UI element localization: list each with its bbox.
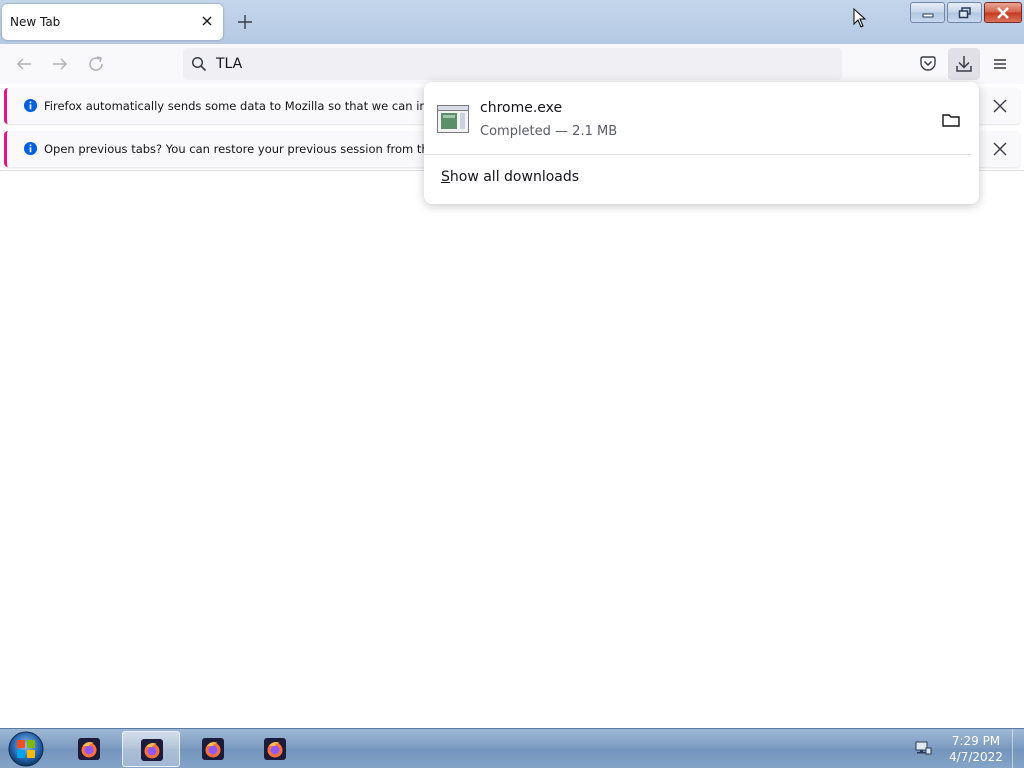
search-icon xyxy=(191,56,207,72)
window-restore-button[interactable] xyxy=(947,2,982,23)
exe-file-icon xyxy=(437,105,469,133)
tab-close-icon[interactable] xyxy=(199,13,215,29)
info-icon xyxy=(23,141,38,156)
close-icon[interactable] xyxy=(990,96,1010,116)
show-desktop-button[interactable] xyxy=(1012,729,1024,768)
firefox-icon xyxy=(202,738,224,760)
firefox-icon xyxy=(264,738,286,760)
download-status: Completed — 2.1 MB xyxy=(480,124,618,139)
pocket-icon[interactable] xyxy=(916,52,940,76)
firefox-icon xyxy=(141,739,163,761)
window-minimize-button[interactable] xyxy=(910,2,945,23)
taskbar-item-firefox[interactable] xyxy=(60,731,118,767)
firefox-icon xyxy=(78,738,100,760)
start-button-icon[interactable] xyxy=(6,730,46,768)
reload-icon[interactable] xyxy=(84,52,108,76)
close-icon[interactable] xyxy=(990,139,1010,159)
download-arrow-icon xyxy=(956,56,972,72)
taskbar-item-firefox[interactable] xyxy=(184,731,242,767)
window-close-button[interactable] xyxy=(984,2,1022,23)
info-icon xyxy=(23,98,38,113)
url-bar[interactable]: TLA xyxy=(183,48,842,80)
minimize-icon xyxy=(922,13,933,17)
hamburger-menu-icon[interactable] xyxy=(988,52,1012,76)
restore-icon xyxy=(958,6,971,18)
notification-message: Firefox automatically sends some data to… xyxy=(44,99,464,113)
separator xyxy=(424,154,971,155)
show-all-downloads-button[interactable]: Show all downloads xyxy=(441,169,579,185)
clock-date[interactable]: 4/7/2022 xyxy=(948,750,1004,764)
clock-time[interactable]: 7:29 PM xyxy=(948,734,1004,748)
folder-icon[interactable] xyxy=(940,110,962,130)
tab-title: New Tab xyxy=(10,15,61,29)
tab-strip: New Tab xyxy=(0,0,1024,44)
close-icon xyxy=(997,6,1009,19)
back-arrow-icon[interactable] xyxy=(12,52,36,76)
navigation-toolbar: TLA xyxy=(0,44,1024,84)
taskbar: 7:29 PM 4/7/2022 xyxy=(0,728,1024,768)
download-file-name: chrome.exe xyxy=(480,100,563,116)
url-text[interactable]: TLA xyxy=(216,56,242,72)
taskbar-item-firefox-active[interactable] xyxy=(122,731,180,767)
notification-message: Open previous tabs? You can restore your… xyxy=(44,142,464,156)
network-icon[interactable] xyxy=(914,739,932,757)
downloads-panel: chrome.exe Completed — 2.1 MB Show all d… xyxy=(424,82,979,204)
accesskey-letter: S xyxy=(441,169,450,185)
downloads-button[interactable] xyxy=(948,48,980,80)
forward-arrow-icon[interactable] xyxy=(48,52,72,76)
page-content xyxy=(0,170,1024,728)
mouse-cursor-icon xyxy=(853,8,867,28)
show-all-downloads-label: how all downloads xyxy=(449,169,580,185)
new-tab-plus-icon[interactable] xyxy=(234,11,256,33)
tab-new-tab[interactable]: New Tab xyxy=(2,4,223,40)
taskbar-item-firefox[interactable] xyxy=(246,731,304,767)
